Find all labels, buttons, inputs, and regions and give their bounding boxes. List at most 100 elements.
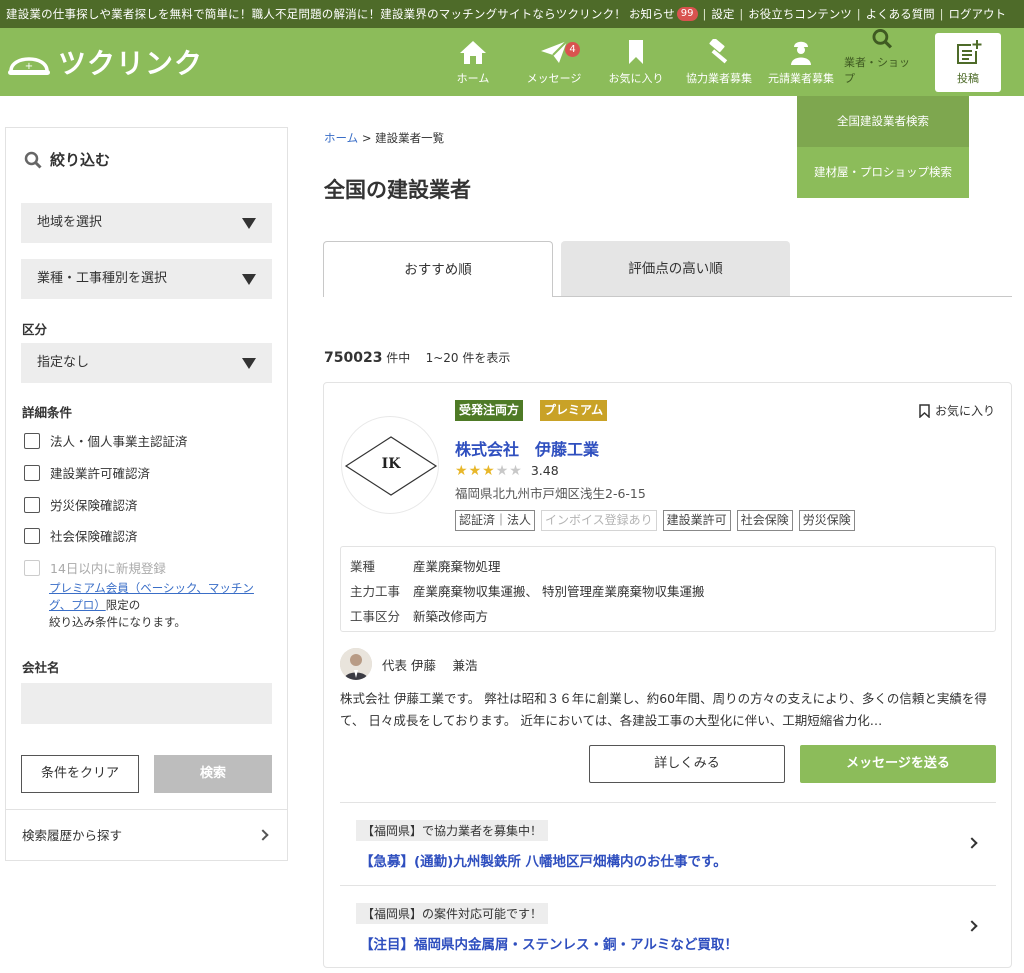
dropdown-proshop-search[interactable]: 建材屋・プロショップ検索 (797, 147, 969, 198)
logo-text: ツクリンク (58, 47, 204, 80)
category-label: 区分 (22, 322, 48, 337)
premium-line2: 絞り込み条件になります。 (49, 615, 186, 629)
checkbox[interactable] (24, 464, 40, 481)
category-select[interactable]: 指定なし (21, 343, 272, 383)
filter-title-label: 絞り込む (50, 151, 111, 169)
logout-link[interactable]: ログアウト (949, 6, 1007, 22)
job-tag: 【福岡県】で協力業者を募集中！ (356, 820, 549, 841)
result-unit: 件中 (386, 351, 411, 365)
tab-recommended[interactable]: おすすめ順 (323, 241, 553, 297)
tab-high-rating[interactable]: 評価点の高い順 (561, 241, 790, 297)
faq-link[interactable]: よくある質問 (866, 6, 935, 22)
nav-home[interactable]: ホーム (452, 28, 494, 96)
filter-title: 絞り込む (24, 149, 110, 170)
nav-shop-label: 業者・ショップ (844, 56, 910, 85)
view-details-button[interactable]: 詳しくみる (589, 745, 785, 783)
nav-favorite-label: お気に入り (608, 72, 664, 85)
shop-dropdown-menu: 全国建設業者検索 建材屋・プロショップ検索 (797, 96, 969, 198)
representative-name: 代表 伊藤 兼浩 (382, 657, 478, 673)
check-construction-license[interactable]: 建設業許可確認済 (24, 463, 150, 482)
category-select-value: 指定なし (37, 355, 90, 370)
star-icons: ★ ★ ★ ★ ★ (455, 464, 523, 478)
representative: 代表 伊藤 兼浩 (340, 648, 477, 680)
caret-down-icon (242, 218, 256, 229)
search-history-label: 検索履歴から探す (22, 828, 123, 843)
notice-link[interactable]: お知らせ (629, 6, 675, 22)
breadcrumb-home[interactable]: ホーム (324, 131, 358, 145)
check-new-registration: 14日以内に新規登録 (24, 558, 166, 577)
nav-home-label: ホーム (456, 72, 490, 85)
star-filled-icon: ★ (482, 462, 495, 479)
useful-content-link[interactable]: お役立ちコンテンツ (748, 6, 852, 22)
badge-social-insurance: 社会保険 (736, 510, 793, 531)
premium-tag: プレミアム (540, 400, 608, 421)
company-info-box: 業種 産業廃棄物処理 主力工事 産業廃棄物収集運搬、 特別管理産業廃棄物収集運搬… (340, 546, 996, 632)
region-select[interactable]: 地域を選択 (21, 203, 272, 243)
checkbox[interactable] (24, 432, 40, 449)
premium-member-link[interactable]: プレミアム会員（ベーシック、マッチング、プロ） (49, 581, 254, 612)
search-icon (24, 151, 42, 169)
order-type-tag: 受発注両方 (455, 400, 524, 421)
result-range: 1~20 件を表示 (425, 351, 511, 365)
result-count: 750023 件中 1~20 件を表示 (324, 349, 510, 366)
nav-shop[interactable]: 業者・ショップ (844, 28, 920, 96)
nav-favorite[interactable]: お気に入り (608, 28, 664, 96)
site-tagline: 建設業の仕事探しや業者探しを無料で簡単に！職人不足問題の解消に！建設業界のマッチ… (6, 7, 626, 21)
message-count-badge: 4 (565, 42, 580, 57)
company-description: 株式会社 伊藤工業です。 弊社は昭和３６年に創業し、約60年間、周りの方々の支え… (340, 691, 987, 728)
separator: | (739, 7, 744, 21)
site-logo[interactable]: + ツクリンク (6, 44, 203, 80)
info-key: 業種 (350, 559, 376, 574)
chevron-right-icon (257, 829, 269, 841)
top-links: お知らせ 99 | 設定 | お役立ちコンテンツ | よくある質問 | ログアウ… (629, 6, 1006, 22)
verification-badges: 認証済｜法人 インボイス登録あり 建設業許可 社会保険 労災保険 (455, 510, 861, 531)
industry-select[interactable]: 業種・工事種別を選択 (21, 259, 272, 299)
check-corporate-verified[interactable]: 法人・個人事業主認証済 (24, 431, 188, 450)
checkbox-disabled (24, 559, 40, 576)
checkbox-label: 建設業許可確認済 (50, 466, 151, 481)
checkbox[interactable] (24, 496, 40, 513)
company-name-input[interactable] (21, 683, 272, 724)
check-workers-comp[interactable]: 労災保険確認済 (24, 495, 138, 514)
caret-down-icon (242, 274, 256, 285)
nav-message[interactable]: 4 メッセージ (526, 28, 582, 96)
job-listing[interactable]: 【福岡県】の案件対応可能です！ 【注目】福岡県内金属屑・ステンレス・銅・アルミな… (340, 885, 996, 969)
chevron-right-icon (966, 920, 978, 932)
company-address: 福岡県北九州市戸畑区浅生2-6-15 (455, 486, 646, 501)
job-title[interactable]: 【注目】福岡県内金属屑・ステンレス・銅・アルミなど買取！ (360, 933, 738, 953)
company-logo[interactable]: IK (341, 416, 439, 514)
result-total: 750023 (324, 350, 383, 366)
nav-contractor-recruit[interactable]: 元請業者募集 (766, 28, 836, 96)
star-filled-icon: ★ (455, 462, 468, 479)
job-listing[interactable]: 【福岡県】で協力業者を募集中！ 【急募】(通勤)九州製鉄所 八幡地区戸畑構内のお… (340, 802, 996, 886)
hammer-icon (709, 39, 728, 64)
checkbox-label: 14日以内に新規登録 (50, 561, 166, 576)
send-message-button[interactable]: メッセージを送る (800, 745, 996, 783)
info-key: 主力工事 (350, 584, 401, 599)
search-button[interactable]: 検索 (154, 755, 272, 793)
job-tag: 【福岡県】の案件対応可能です！ (356, 903, 549, 924)
check-social-insurance[interactable]: 社会保険確認済 (24, 526, 138, 545)
detail-conditions-label: 詳細条件 (22, 405, 73, 420)
job-title[interactable]: 【急募】(通勤)九州製鉄所 八幡地区戸畑構内のお仕事です。 (360, 850, 727, 870)
badge-workers-comp: 労災保険 (798, 510, 855, 531)
svg-text:+: + (25, 61, 33, 72)
company-name[interactable]: 株式会社 伊藤工業 (455, 436, 599, 460)
info-row: 主力工事 産業廃棄物収集運搬、 特別管理産業廃棄物収集運搬 (350, 581, 704, 600)
post-button[interactable]: 投稿 (935, 33, 1001, 92)
separator: | (702, 7, 707, 21)
clear-conditions-button[interactable]: 条件をクリア (21, 755, 139, 793)
notice-count-badge: 99 (676, 7, 698, 21)
checkbox-label: 労災保険確認済 (50, 498, 138, 513)
checkbox[interactable] (24, 527, 40, 544)
rating-stars: ★ ★ ★ ★ ★ 3.48 (455, 463, 559, 478)
settings-link[interactable]: 設定 (711, 6, 734, 22)
info-value: 新築改修両方 (413, 609, 489, 624)
search-history-link[interactable]: 検索履歴から探す (6, 809, 287, 861)
star-empty-icon: ★ (509, 462, 522, 479)
top-strip: 建設業の仕事探しや業者探しを無料で簡単に！職人不足問題の解消に！建設業界のマッチ… (0, 0, 1024, 28)
bookmark-icon (629, 40, 643, 64)
dropdown-nationwide-search[interactable]: 全国建設業者検索 (797, 96, 969, 147)
favorite-button[interactable]: お気に入り (919, 402, 995, 419)
nav-partner-recruit[interactable]: 協力業者募集 (684, 28, 754, 96)
